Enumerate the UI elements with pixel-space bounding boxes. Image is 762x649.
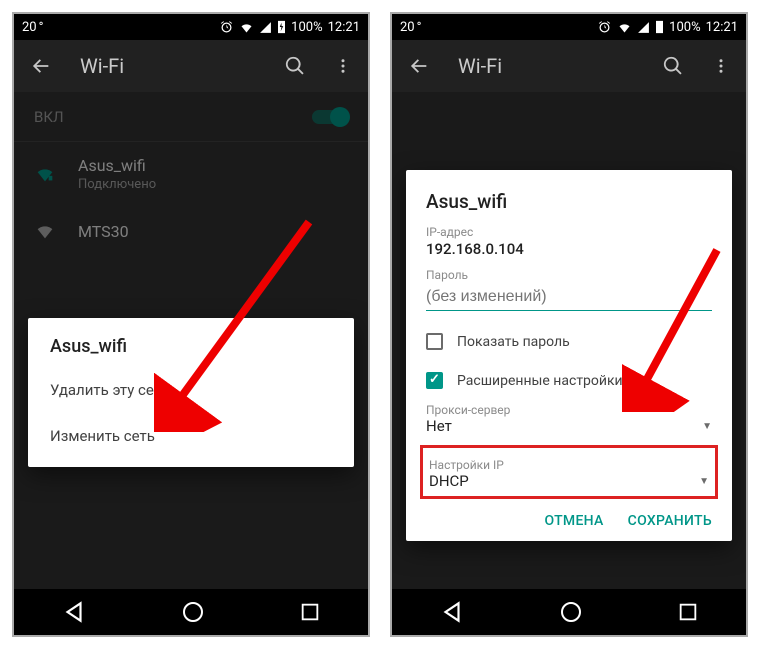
nav-home-icon[interactable] <box>559 600 583 624</box>
advanced-row[interactable]: Расширенные настройки <box>426 372 712 389</box>
battery-percent: 100% <box>291 20 322 35</box>
clock: 12:21 <box>328 20 360 35</box>
temperature: 20 <box>22 20 37 35</box>
degree-icon: ° <box>417 20 422 35</box>
show-password-label: Показать пароль <box>457 334 570 350</box>
back-icon[interactable] <box>408 55 430 77</box>
modify-network-dialog: Asus_wifi IP-адрес 192.168.0.104 Пароль … <box>406 170 732 541</box>
context-menu: Asus_wifi Удалить эту сеть Изменить сеть <box>28 318 354 467</box>
wifi-icon <box>617 20 632 35</box>
phone-left: 20 ° 100% 12:21 Wi-Fi ВКЛ Asus_wifi Подк… <box>12 12 370 637</box>
nav-recent-icon[interactable] <box>299 601 321 623</box>
status-bar: 20 ° 100% 12:21 <box>392 14 746 40</box>
alarm-icon <box>219 20 234 35</box>
signal-icon <box>637 21 650 34</box>
save-button[interactable]: СОХРАНИТЬ <box>628 513 712 529</box>
nav-back-icon[interactable] <box>61 599 87 625</box>
content-area: Asus_wifi IP-адрес 192.168.0.104 Пароль … <box>392 92 746 589</box>
search-icon[interactable] <box>284 55 306 77</box>
advanced-label: Расширенные настройки <box>457 373 623 389</box>
proxy-value: Нет <box>426 417 452 435</box>
menu-forget-network[interactable]: Удалить эту сеть <box>28 367 354 413</box>
cancel-button[interactable]: ОТМЕНА <box>544 513 603 529</box>
battery-percent: 100% <box>669 20 700 35</box>
show-password-checkbox[interactable] <box>426 333 443 350</box>
battery-charging-icon <box>277 20 286 34</box>
phone-right: 20 ° 100% 12:21 Wi-Fi Asus_wifi IP-адрес… <box>390 12 748 637</box>
show-password-row[interactable]: Показать пароль <box>426 333 712 350</box>
password-input[interactable] <box>426 282 712 311</box>
ip-address-label: IP-адрес <box>426 225 712 239</box>
back-icon[interactable] <box>30 55 52 77</box>
nav-recent-icon[interactable] <box>677 601 699 623</box>
ip-settings-select[interactable]: Настройки IP DHCP ▼ <box>429 458 709 490</box>
menu-modify-network[interactable]: Изменить сеть <box>28 413 354 459</box>
content-area: ВКЛ Asus_wifi Подключено MTS30 Asus_wifi… <box>14 92 368 589</box>
ip-settings-label: Настройки IP <box>429 458 709 472</box>
app-bar: Wi-Fi <box>14 40 368 92</box>
wifi-icon <box>239 20 254 35</box>
app-bar: Wi-Fi <box>392 40 746 92</box>
nav-bar <box>392 589 746 635</box>
proxy-select[interactable]: Прокси-сервер Нет ▼ <box>426 403 712 435</box>
proxy-label: Прокси-сервер <box>426 403 712 417</box>
page-title: Wi-Fi <box>458 54 634 78</box>
password-label: Пароль <box>426 268 712 282</box>
context-menu-title: Asus_wifi <box>28 336 354 367</box>
temperature: 20 <box>400 20 415 35</box>
dropdown-caret-icon: ▼ <box>702 421 712 432</box>
ip-address-value: 192.168.0.104 <box>426 240 712 258</box>
ip-settings-highlight: Настройки IP DHCP ▼ <box>420 445 718 499</box>
degree-icon: ° <box>39 20 44 35</box>
dialog-actions: ОТМЕНА СОХРАНИТЬ <box>426 513 712 529</box>
page-title: Wi-Fi <box>80 54 256 78</box>
advanced-checkbox[interactable] <box>426 372 443 389</box>
ip-settings-value: DHCP <box>429 472 469 490</box>
nav-back-icon[interactable] <box>439 599 465 625</box>
search-icon[interactable] <box>662 55 684 77</box>
signal-icon <box>259 21 272 34</box>
battery-charging-icon <box>655 20 664 34</box>
overflow-icon[interactable] <box>334 55 352 77</box>
status-bar: 20 ° 100% 12:21 <box>14 14 368 40</box>
nav-home-icon[interactable] <box>181 600 205 624</box>
overflow-icon[interactable] <box>712 55 730 77</box>
nav-bar <box>14 589 368 635</box>
alarm-icon <box>597 20 612 35</box>
dropdown-caret-icon: ▼ <box>699 476 709 487</box>
clock: 12:21 <box>706 20 738 35</box>
dialog-title: Asus_wifi <box>426 190 712 213</box>
